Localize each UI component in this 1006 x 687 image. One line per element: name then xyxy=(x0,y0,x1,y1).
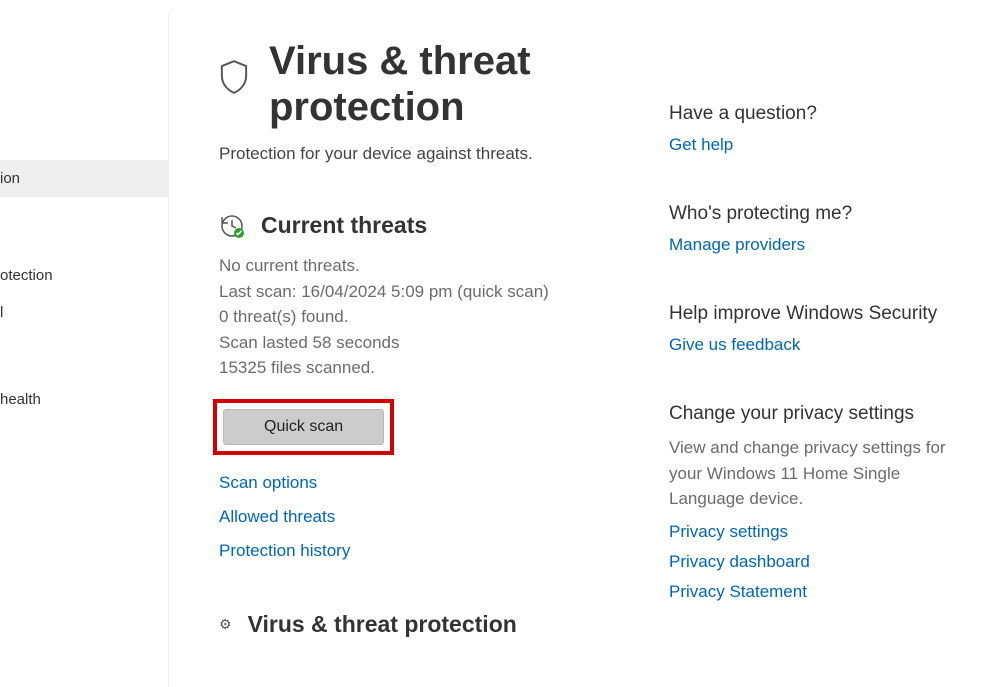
page-subtitle: Protection for your device against threa… xyxy=(219,144,669,164)
files-scanned: 15325 files scanned. xyxy=(219,355,669,381)
shield-icon xyxy=(219,60,249,94)
last-scan: Last scan: 16/04/2024 5:09 pm (quick sca… xyxy=(219,279,669,305)
link-scan-options[interactable]: Scan options xyxy=(219,473,669,493)
link-give-feedback[interactable]: Give us feedback xyxy=(669,335,949,355)
link-protection-history[interactable]: Protection history xyxy=(219,541,669,561)
sidebar-item-health[interactable]: health xyxy=(0,381,168,418)
scan-history-icon xyxy=(219,213,245,239)
content: Virus & threat protection Protection for… xyxy=(168,8,1006,687)
aside-title-improve: Help improve Windows Security xyxy=(669,303,949,325)
section-title-current-threats: Current threats xyxy=(261,212,427,239)
quick-scan-button[interactable]: Quick scan xyxy=(223,409,384,445)
aside-column: Have a question? Get help Who's protecti… xyxy=(669,38,969,687)
threat-status: No current threats. xyxy=(219,253,669,279)
sidebar-item-l[interactable]: l xyxy=(0,294,168,331)
main-column: Virus & threat protection Protection for… xyxy=(219,38,669,687)
sidebar: ion otection l health xyxy=(0,0,168,687)
page-title: Virus & threat protection xyxy=(269,38,669,130)
threats-found: 0 threat(s) found. xyxy=(219,304,669,330)
link-allowed-threats[interactable]: Allowed threats xyxy=(219,507,669,527)
aside-privacy-text: View and change privacy settings for you… xyxy=(669,435,949,512)
scan-duration: Scan lasted 58 seconds xyxy=(219,330,669,356)
settings-icon: ⚙ xyxy=(219,616,232,633)
section-title-vtp-settings: Virus & threat protection xyxy=(248,611,517,638)
aside-title-protecting: Who's protecting me? xyxy=(669,203,949,225)
link-privacy-settings[interactable]: Privacy settings xyxy=(669,522,949,542)
sidebar-item-virus[interactable]: ion xyxy=(0,160,168,197)
sidebar-item-label: l xyxy=(0,304,3,321)
link-get-help[interactable]: Get help xyxy=(669,135,949,155)
link-privacy-statement[interactable]: Privacy Statement xyxy=(669,582,949,602)
sidebar-item-label: health xyxy=(0,391,41,408)
sidebar-item-protection[interactable]: otection xyxy=(0,257,168,294)
link-privacy-dashboard[interactable]: Privacy dashboard xyxy=(669,552,949,572)
sidebar-item-label: otection xyxy=(0,267,53,284)
link-manage-providers[interactable]: Manage providers xyxy=(669,235,949,255)
aside-title-privacy: Change your privacy settings xyxy=(669,403,949,425)
sidebar-item-label: ion xyxy=(0,170,20,187)
quick-scan-highlight: Quick scan xyxy=(213,399,394,455)
aside-title-question: Have a question? xyxy=(669,103,949,125)
